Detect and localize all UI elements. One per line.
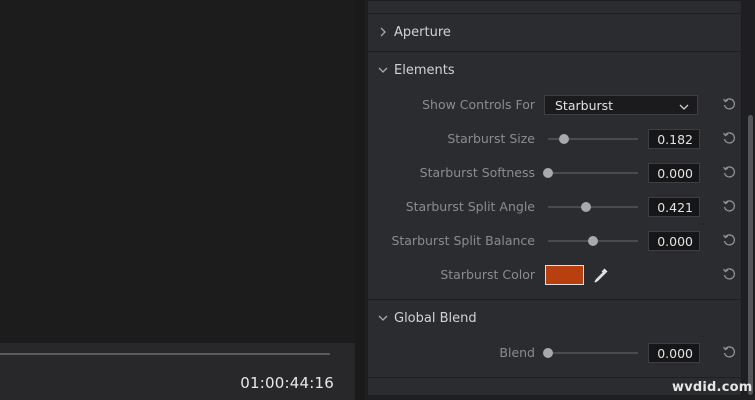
slider-handle[interactable]: [580, 202, 591, 212]
video-preview: [0, 0, 355, 343]
show-controls-dropdown[interactable]: Starburst: [544, 95, 698, 115]
eyedropper-icon[interactable]: [592, 266, 610, 284]
chevron-down-icon: [679, 98, 689, 113]
section-title: Global Blend: [394, 310, 477, 326]
starburst-softness-slider[interactable]: [548, 172, 638, 174]
starburst-split-angle-slider[interactable]: [548, 206, 638, 208]
timecode-display: 01:00:44:16: [240, 374, 334, 392]
section-global-blend[interactable]: Global Blend: [368, 307, 743, 329]
chevron-right-icon: [378, 27, 388, 37]
starburst-softness-label: Starburst Softness: [419, 165, 535, 180]
panel-divider[interactable]: [355, 0, 365, 400]
starburst-color-label: Starburst Color: [440, 267, 535, 282]
starburst-size-label: Starburst Size: [447, 131, 535, 146]
blend-value[interactable]: 0.000: [648, 343, 700, 363]
blend-label: Blend: [499, 345, 535, 360]
starburst-size-value[interactable]: 0.182: [648, 129, 700, 149]
chevron-down-icon: [378, 65, 388, 75]
starburst-split-angle-value[interactable]: 0.421: [648, 197, 700, 217]
divider: [368, 299, 743, 300]
section-elements[interactable]: Elements: [368, 59, 743, 81]
divider: [368, 13, 743, 14]
timeline-scrubber[interactable]: [0, 353, 330, 355]
slider-handle[interactable]: [543, 348, 553, 358]
starburst-softness-value[interactable]: 0.000: [648, 163, 700, 183]
reset-icon[interactable]: [721, 96, 737, 112]
starburst-color-swatch[interactable]: [545, 265, 584, 285]
blend-slider[interactable]: [548, 352, 638, 354]
chevron-down-icon: [378, 313, 388, 323]
section-aperture[interactable]: Aperture: [368, 21, 743, 43]
show-controls-label: Show Controls For: [422, 97, 535, 112]
section-title: Elements: [394, 62, 455, 78]
scrollbar-thumb[interactable]: [748, 115, 753, 395]
watermark-text: wvdid.com: [672, 380, 753, 395]
slider-handle[interactable]: [559, 134, 570, 144]
starburst-split-angle-label: Starburst Split Angle: [405, 199, 535, 214]
reset-icon[interactable]: [721, 164, 737, 180]
reset-icon[interactable]: [721, 130, 737, 146]
divider: [368, 51, 743, 52]
reset-icon[interactable]: [721, 232, 737, 248]
dropdown-value: Starburst: [555, 97, 614, 113]
inspector-panel: Aperture Elements Show Controls For Star…: [365, 0, 755, 400]
reset-icon[interactable]: [721, 344, 737, 360]
section-title: Aperture: [394, 24, 451, 40]
reset-icon[interactable]: [721, 266, 737, 282]
starburst-split-balance-value[interactable]: 0.000: [648, 231, 700, 251]
effects-panel: Aperture Elements Show Controls For Star…: [367, 0, 743, 396]
slider-handle[interactable]: [543, 168, 553, 178]
reset-icon[interactable]: [721, 198, 737, 214]
slider-handle[interactable]: [588, 236, 598, 246]
divider: [368, 377, 743, 378]
viewer-panel: 01:00:44:16: [0, 0, 355, 400]
starburst-split-balance-label: Starburst Split Balance: [391, 233, 535, 248]
